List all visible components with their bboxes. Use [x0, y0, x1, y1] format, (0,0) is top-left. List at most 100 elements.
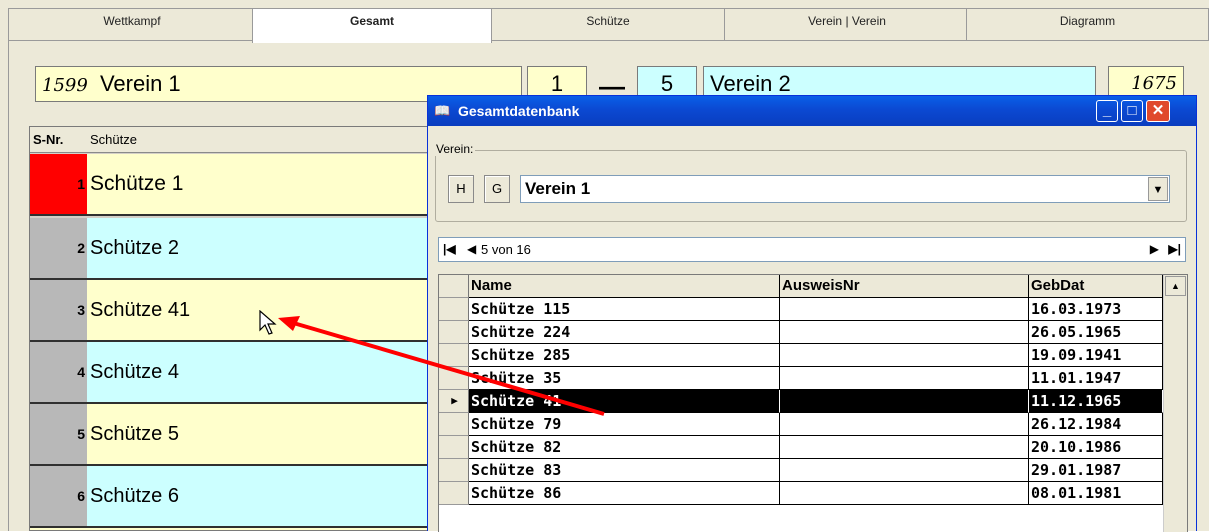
cell-name[interactable]: Schütze 79: [469, 413, 780, 436]
shooter-name: Schütze 1: [90, 172, 184, 195]
row-indicator-cell[interactable]: [439, 436, 469, 459]
shooter-number: 3: [30, 280, 87, 340]
cell-name[interactable]: Schütze 285: [469, 344, 780, 367]
cell-ausweisnr[interactable]: [780, 390, 1029, 413]
cell-ausweisnr[interactable]: [780, 321, 1029, 344]
minimize-icon: _: [1102, 102, 1112, 119]
row-selector-icon[interactable]: ▶: [439, 390, 469, 413]
dialog-titlebar[interactable]: 📖 Gesamtdatenbank _ □ ✕: [428, 96, 1196, 126]
row-indicator-cell[interactable]: [439, 321, 469, 344]
left-team-name: Verein 1: [99, 71, 181, 96]
last-record-icon[interactable]: ▶|: [1168, 238, 1181, 261]
next-record-icon[interactable]: ▶: [1150, 238, 1159, 261]
shooter-database-grid: Name AusweisNr GebDat Schütze 115 16.03.1…: [438, 274, 1188, 532]
row-indicator-cell[interactable]: [439, 298, 469, 321]
row-indicator-cell[interactable]: [439, 413, 469, 436]
minimize-button[interactable]: _: [1096, 100, 1118, 122]
chevron-down-icon[interactable]: ▼: [1148, 177, 1168, 201]
cell-name[interactable]: Schütze 41: [469, 390, 780, 413]
shooter-row[interactable]: 6 Schütze 6: [30, 466, 428, 528]
verein-combobox[interactable]: Verein 1 ▼: [520, 175, 1170, 203]
shooter-row[interactable]: 3 Schütze 41: [30, 280, 428, 342]
cell-name[interactable]: Schütze 35: [469, 367, 780, 390]
cell-gebdat[interactable]: 11.12.1965: [1029, 390, 1163, 413]
tab-verein-verein[interactable]: Verein | Verein: [724, 8, 970, 41]
record-position: 5 von 16: [481, 242, 531, 257]
cell-ausweisnr[interactable]: [780, 367, 1029, 390]
cell-ausweisnr[interactable]: [780, 344, 1029, 367]
shooter-number: 5: [30, 404, 87, 464]
grid-row[interactable]: Schütze 115 16.03.1973: [439, 298, 1163, 321]
grid-row[interactable]: Schütze 83 29.01.1987: [439, 459, 1163, 482]
maximize-button[interactable]: □: [1121, 100, 1143, 122]
cell-ausweisnr[interactable]: [780, 413, 1029, 436]
cell-gebdat[interactable]: 26.12.1984: [1029, 413, 1163, 436]
tab-gesamt[interactable]: Gesamt: [252, 8, 492, 43]
row-indicator-cell[interactable]: [439, 482, 469, 505]
tab-schuetze[interactable]: Schütze: [488, 8, 728, 41]
cell-ausweisnr[interactable]: [780, 436, 1029, 459]
maximize-icon: □: [1127, 102, 1137, 119]
cell-ausweisnr[interactable]: [780, 298, 1029, 321]
cell-name[interactable]: Schütze 83: [469, 459, 780, 482]
left-score: 1599: [42, 75, 88, 96]
h-button[interactable]: H: [448, 175, 474, 203]
cell-gebdat[interactable]: 16.03.1973: [1029, 298, 1163, 321]
grid-row[interactable]: Schütze 86 08.01.1981: [439, 482, 1163, 505]
shooter-name: Schütze 41: [90, 299, 191, 321]
grid-scrollbar[interactable]: ▲: [1163, 275, 1187, 532]
grid-row[interactable]: Schütze 79 26.12.1984: [439, 413, 1163, 436]
dialog-title: Gesamtdatenbank: [458, 103, 580, 119]
cell-gebdat[interactable]: 29.01.1987: [1029, 459, 1163, 482]
database-icon: 📖: [434, 103, 451, 118]
g-button[interactable]: G: [484, 175, 510, 203]
mouse-cursor-icon: [259, 310, 277, 335]
cell-name[interactable]: Schütze 115: [469, 298, 780, 321]
prev-record-icon[interactable]: ◀: [467, 238, 476, 261]
tab-wettkampf[interactable]: Wettkampf: [8, 8, 256, 41]
cell-ausweisnr[interactable]: [780, 459, 1029, 482]
cell-name[interactable]: Schütze 86: [469, 482, 780, 505]
cell-gebdat[interactable]: 08.01.1981: [1029, 482, 1163, 505]
grid-row[interactable]: Schütze 285 19.09.1941: [439, 344, 1163, 367]
grid-row[interactable]: Schütze 82 20.10.1986: [439, 436, 1163, 459]
close-button[interactable]: ✕: [1146, 100, 1170, 122]
shooter-number: 6: [30, 466, 87, 526]
col-schuetze-header: Schütze: [90, 132, 137, 147]
shooter-list-header: S-Nr. Schütze: [30, 127, 428, 153]
cell-name[interactable]: Schütze 224: [469, 321, 780, 344]
shooter-row[interactable]: 4 Schütze 4: [30, 342, 428, 404]
first-record-icon[interactable]: |◀: [443, 238, 456, 261]
grid-header-row: Name AusweisNr GebDat: [439, 275, 1163, 298]
col-name-header[interactable]: Name: [469, 275, 780, 298]
row-indicator-cell[interactable]: [439, 459, 469, 482]
row-indicator-cell[interactable]: [439, 367, 469, 390]
cell-gebdat[interactable]: 11.01.1947: [1029, 367, 1163, 390]
cell-gebdat[interactable]: 19.09.1941: [1029, 344, 1163, 367]
cell-gebdat[interactable]: 20.10.1986: [1029, 436, 1163, 459]
shooter-number: 2: [30, 218, 87, 278]
tab-diagramm[interactable]: Diagramm: [966, 8, 1209, 41]
verein-combo-value: Verein 1: [525, 179, 591, 198]
cell-name[interactable]: Schütze 82: [469, 436, 780, 459]
grid-row[interactable]: Schütze 35 11.01.1947: [439, 367, 1163, 390]
verein-group-label: Verein:: [434, 142, 476, 156]
col-snr-header: S-Nr.: [33, 132, 64, 147]
cell-gebdat[interactable]: 26.05.1965: [1029, 321, 1163, 344]
record-navigator: |◀ ◀ 5 von 16 ▶ ▶|: [438, 237, 1186, 262]
shooter-number: 4: [30, 342, 87, 402]
shooter-row[interactable]: 1 Schütze 1: [30, 154, 428, 216]
scroll-up-icon[interactable]: ▲: [1165, 276, 1186, 296]
shooter-list: S-Nr. Schütze 1 Schütze 1 2 Schütze 2 3 …: [29, 126, 429, 531]
shooter-row[interactable]: 5 Schütze 5: [30, 404, 428, 466]
row-indicator-cell[interactable]: [439, 344, 469, 367]
app-window: Wettkampf Gesamt Schütze Verein | Verein…: [0, 0, 1209, 532]
grid-row[interactable]: Schütze 224 26.05.1965: [439, 321, 1163, 344]
shooter-number: 1: [30, 154, 87, 214]
shooter-row[interactable]: 2 Schütze 2: [30, 218, 428, 280]
col-gebdat-header[interactable]: GebDat: [1029, 275, 1163, 298]
grid-row[interactable]: ▶ Schütze 41 11.12.1965: [439, 390, 1163, 413]
col-ausweisnr-header[interactable]: AusweisNr: [780, 275, 1029, 298]
gesamtdatenbank-dialog: 📖 Gesamtdatenbank _ □ ✕ Verein: H G Vere…: [427, 95, 1197, 532]
cell-ausweisnr[interactable]: [780, 482, 1029, 505]
